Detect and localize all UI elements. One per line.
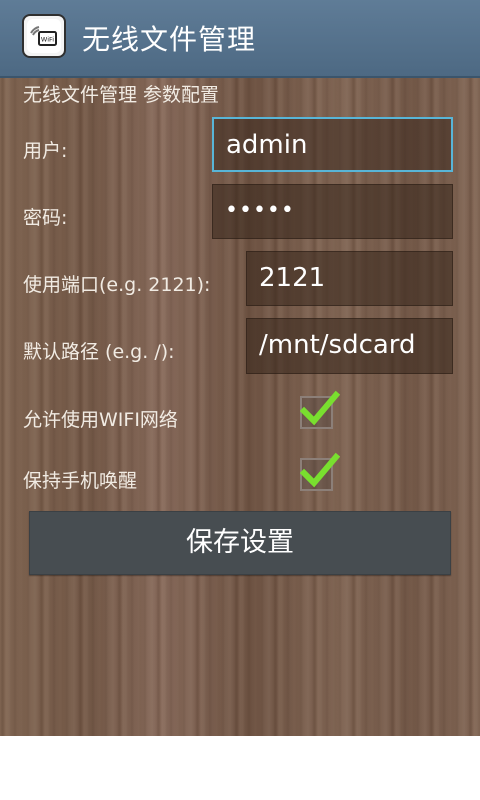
- port-input[interactable]: 2121: [246, 251, 453, 306]
- app-icon-text: WiFi: [41, 36, 54, 44]
- allow-wifi-checkbox[interactable]: [300, 390, 340, 429]
- path-label: 默认路径 (e.g. /):: [23, 341, 175, 363]
- keep-awake-checkbox[interactable]: [300, 452, 340, 491]
- app-screen: WiFi 无线文件管理 无线文件管理 参数配置 用户: admin 密码: ••…: [0, 0, 480, 736]
- section-title: 无线文件管理 参数配置: [23, 84, 220, 106]
- port-label: 使用端口(e.g. 2121):: [23, 274, 211, 296]
- checkmark-icon: [300, 452, 340, 488]
- app-title: 无线文件管理: [82, 23, 257, 56]
- password-label: 密码:: [23, 207, 68, 229]
- user-input[interactable]: admin: [212, 117, 453, 172]
- wifi-file-app-icon[interactable]: WiFi: [22, 14, 66, 58]
- checkmark-icon: [300, 390, 340, 426]
- user-label: 用户:: [23, 140, 68, 162]
- allow-wifi-label: 允许使用WIFI网络: [23, 409, 178, 431]
- save-settings-button[interactable]: 保存设置: [29, 511, 451, 575]
- keep-awake-label: 保持手机唤醒: [23, 470, 138, 492]
- default-path-input[interactable]: /mnt/sdcard: [246, 318, 453, 374]
- wifi-file-icon-graphic: WiFi: [27, 19, 61, 53]
- password-input[interactable]: •••••: [212, 184, 453, 239]
- action-bar: WiFi 无线文件管理: [0, 0, 480, 78]
